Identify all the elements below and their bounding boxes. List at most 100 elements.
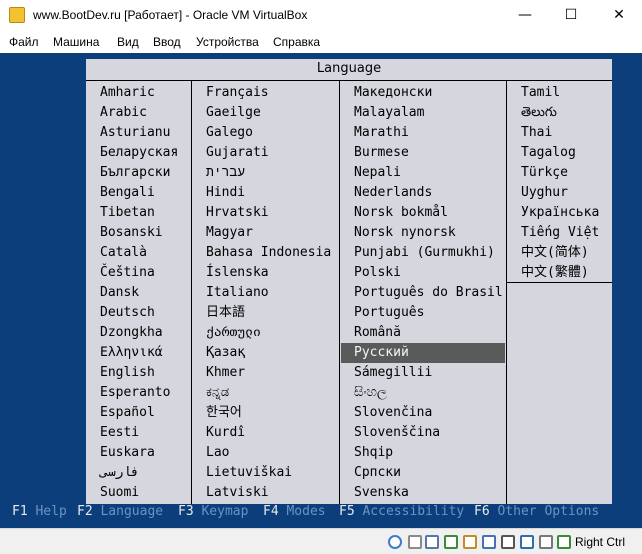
close-button[interactable]: ✕	[596, 0, 642, 31]
language-option[interactable]: Kurdî	[206, 423, 245, 443]
language-option[interactable]: Português	[354, 303, 424, 323]
language-option[interactable]: Tibetan	[100, 203, 155, 223]
language-option[interactable]: 日本語	[206, 303, 245, 323]
language-option[interactable]: Nepali	[354, 163, 401, 183]
language-option[interactable]: English	[100, 363, 155, 383]
language-option[interactable]: Esperanto	[100, 383, 170, 403]
language-option[interactable]: Svenska	[354, 483, 409, 503]
language-option[interactable]: Suomi	[100, 483, 139, 503]
language-option[interactable]: ქართული	[206, 323, 261, 343]
language-option[interactable]: Amharic	[100, 83, 155, 103]
language-option[interactable]: Қазақ	[206, 343, 245, 363]
language-option[interactable]: Punjabi (Gurmukhi)	[354, 243, 495, 263]
function-key-f2[interactable]: F2 Language	[77, 504, 163, 519]
language-option[interactable]: עברית	[206, 163, 245, 183]
menu-devices[interactable]: Устройства	[196, 35, 259, 49]
menu-input[interactable]: Ввод	[153, 35, 181, 49]
menu-file[interactable]: Файл	[9, 35, 39, 49]
language-option[interactable]: Euskara	[100, 443, 155, 463]
title-bar[interactable]: www.BootDev.ru [Работает] - Oracle VM Vi…	[0, 0, 642, 31]
language-option[interactable]: Čeština	[100, 263, 155, 283]
language-option[interactable]: Asturianu	[100, 123, 170, 143]
language-option[interactable]: Bahasa Indonesia	[206, 243, 331, 263]
language-option[interactable]: Dzongkha	[100, 323, 163, 343]
menu-help[interactable]: Справка	[273, 35, 320, 49]
language-option[interactable]: Shqip	[354, 443, 393, 463]
function-key-f5[interactable]: F5 Accessibility	[339, 504, 464, 519]
language-option[interactable]: Français	[206, 83, 269, 103]
language-option[interactable]: Marathi	[354, 123, 409, 143]
language-option[interactable]: Slovenščina	[354, 423, 440, 443]
language-option[interactable]: Español	[100, 403, 155, 423]
language-option[interactable]: Nederlands	[354, 183, 432, 203]
language-option[interactable]: Uyghur	[521, 183, 568, 203]
language-option[interactable]: Català	[100, 243, 147, 263]
language-option[interactable]: Türkçe	[521, 163, 568, 183]
language-option[interactable]: Română	[354, 323, 401, 343]
language-option[interactable]: Português do Brasil	[354, 283, 503, 303]
vm-display[interactable]: Language Amharic Arabic Asturianu Беларуска…	[0, 53, 642, 528]
language-option[interactable]: Eesti	[100, 423, 139, 443]
function-key-f1[interactable]: F1 Help	[12, 504, 67, 519]
language-option[interactable]: Gujarati	[206, 143, 269, 163]
language-option[interactable]: Беларуская	[100, 143, 178, 163]
language-option[interactable]: ಕನ್ನಡ	[206, 383, 229, 403]
language-option[interactable]: Khmer	[206, 363, 245, 383]
language-option[interactable]: Galego	[206, 123, 253, 143]
minimize-button[interactable]: —	[502, 0, 548, 31]
language-option[interactable]: 한국어	[206, 403, 242, 423]
language-option[interactable]: Polski	[354, 263, 401, 283]
language-option[interactable]: Hindi	[206, 183, 245, 203]
shared-folders-icon[interactable]	[463, 535, 477, 549]
audio-icon[interactable]	[408, 535, 422, 549]
network-icon[interactable]	[444, 535, 458, 549]
language-option[interactable]: తెలుగు	[521, 103, 557, 123]
language-option[interactable]: Malayalam	[354, 103, 424, 123]
language-option[interactable]: Српски	[354, 463, 401, 483]
language-option[interactable]: Sámegillii	[354, 363, 432, 383]
language-option[interactable]: Burmese	[354, 143, 409, 163]
language-option[interactable]: සිංහල	[354, 383, 387, 403]
video-capture-icon[interactable]	[501, 535, 515, 549]
keyboard-capture-icon[interactable]	[557, 535, 571, 549]
language-option[interactable]: Bengali	[100, 183, 155, 203]
language-option[interactable]: Lietuviškai	[206, 463, 292, 483]
display-icon[interactable]	[482, 535, 496, 549]
language-option[interactable]: Українська	[521, 203, 599, 223]
language-option[interactable]: Tamil	[521, 83, 560, 103]
language-option[interactable]: Gaeilge	[206, 103, 261, 123]
language-option[interactable]: Български	[100, 163, 170, 183]
cpu-icon[interactable]	[520, 535, 534, 549]
language-option[interactable]: Latviski	[206, 483, 269, 503]
optical-disk-icon[interactable]	[388, 535, 402, 549]
function-key-f4[interactable]: F4 Modes	[263, 504, 326, 519]
language-option[interactable]: Norsk bokmål	[354, 203, 448, 223]
language-option[interactable]: Deutsch	[100, 303, 155, 323]
language-option[interactable]: Italiano	[206, 283, 269, 303]
mouse-integration-icon[interactable]	[539, 535, 553, 549]
language-option[interactable]: Македонски	[354, 83, 432, 103]
maximize-button[interactable]: ☐	[548, 0, 594, 31]
language-option-selected[interactable]: Русский	[341, 343, 505, 363]
menu-machine[interactable]: Машина	[53, 35, 99, 49]
language-option[interactable]: Tagalog	[521, 143, 576, 163]
language-option[interactable]: Magyar	[206, 223, 253, 243]
language-option[interactable]: 中文(简体)	[521, 243, 589, 263]
language-option[interactable]: Íslenska	[206, 263, 269, 283]
language-option[interactable]: Lao	[206, 443, 229, 463]
language-option[interactable]: 中文(繁體)	[521, 263, 589, 283]
language-option[interactable]: Slovenčina	[354, 403, 432, 423]
function-key-f6[interactable]: F6 Other Options	[474, 504, 599, 519]
language-option[interactable]: Hrvatski	[206, 203, 269, 223]
language-option[interactable]: Tiếng Việt	[521, 223, 599, 243]
language-option[interactable]: Arabic	[100, 103, 147, 123]
usb-icon[interactable]	[425, 535, 439, 549]
language-option[interactable]: Ελληνικά	[100, 343, 163, 363]
language-option[interactable]: فارسی	[100, 463, 139, 483]
language-option[interactable]: Dansk	[100, 283, 139, 303]
language-option[interactable]: Bosanski	[100, 223, 163, 243]
function-key-f3[interactable]: F3 Keymap	[178, 504, 248, 519]
language-option[interactable]: Norsk nynorsk	[354, 223, 456, 243]
menu-view[interactable]: Вид	[117, 35, 139, 49]
language-option[interactable]: Thai	[521, 123, 552, 143]
